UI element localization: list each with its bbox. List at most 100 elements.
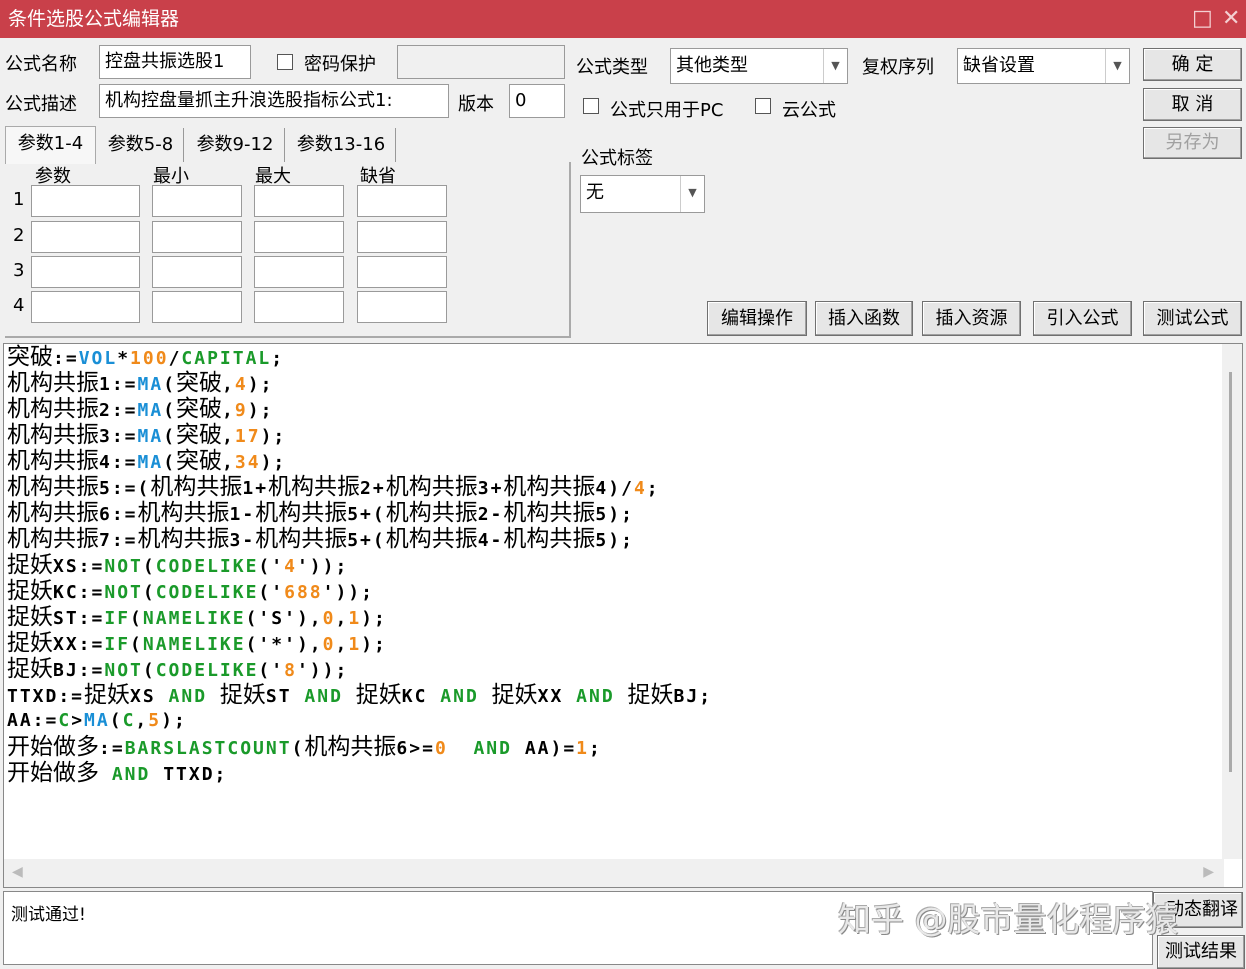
code-token: (: [130, 634, 143, 655]
output-message: 测试通过!: [11, 905, 86, 925]
code-token: AND: [440, 686, 479, 707]
ok-button[interactable]: 确 定: [1143, 48, 1242, 81]
title-bar: 条件选股公式编辑器: [0, 0, 1246, 38]
code-token: KC:=: [53, 582, 105, 603]
code-token: 捉妖: [7, 578, 53, 604]
code-token: CODELIKE: [155, 582, 259, 603]
param-cell-default[interactable]: [357, 256, 447, 288]
password-checkbox[interactable]: [277, 54, 293, 70]
import-formula-button[interactable]: 引入公式: [1033, 301, 1132, 336]
code-token: BARSLASTCOUNT: [124, 738, 292, 759]
insert-resource-button[interactable]: 插入资源: [922, 301, 1021, 336]
code-token: AND: [111, 764, 151, 785]
code-token: AA:=: [7, 710, 59, 731]
scroll-thumb[interactable]: [1229, 372, 1232, 772]
edit-ops-button[interactable]: 编辑操作: [707, 301, 807, 336]
code-line: 机构共振4:=MA(突破,34);: [7, 448, 712, 474]
code-line: 捉妖KC:=NOT(CODELIKE('688'));: [7, 578, 712, 604]
code-token: '));: [296, 556, 349, 577]
code-token: );: [260, 452, 287, 473]
param-cell-name[interactable]: [31, 221, 140, 253]
name-input[interactable]: 控盘共振选股1: [99, 45, 251, 79]
code-token: 捉妖: [491, 682, 538, 708]
param-cell-max[interactable]: [254, 256, 344, 288]
version-input[interactable]: 0: [509, 84, 565, 118]
vertical-scrollbar[interactable]: [1222, 344, 1242, 859]
cancel-button[interactable]: 取 消: [1143, 88, 1242, 121]
code-token: 机构共振: [7, 500, 99, 526]
code-line: 开始做多 AND TTXD;: [7, 760, 712, 786]
code-token: 机构共振: [385, 500, 478, 526]
save-as-button[interactable]: 另存为: [1143, 127, 1242, 159]
scroll-left-icon[interactable]: ◀: [12, 864, 23, 880]
type-value: 其他类型: [676, 55, 748, 76]
code-token: TTXD:=: [7, 686, 85, 707]
param-cell-min[interactable]: [152, 221, 242, 253]
code-token: (: [142, 660, 156, 681]
code-token: (: [142, 556, 156, 577]
pc-only-checkbox[interactable]: [583, 98, 599, 114]
tab-params-13-16[interactable]: 参数13-16: [287, 128, 396, 162]
code-token: :=: [99, 738, 125, 759]
type-label: 公式类型: [576, 57, 648, 78]
param-cell-default[interactable]: [357, 221, 447, 253]
code-line: 捉妖BJ:=NOT(CODELIKE('8'));: [7, 656, 712, 682]
code-token: 0: [322, 634, 336, 655]
code-token: 100: [130, 348, 169, 369]
code-token: 6:=: [99, 504, 138, 525]
code-token: 7:=: [99, 530, 138, 551]
tab-params-1-4[interactable]: 参数1-4: [5, 126, 96, 164]
tab-params-9-12[interactable]: 参数9-12: [186, 128, 285, 162]
chevron-down-icon: ▼: [680, 176, 704, 212]
code-token: 机构共振: [7, 370, 99, 396]
desc-label: 公式描述: [5, 94, 77, 115]
param-cell-name[interactable]: [31, 185, 140, 217]
param-cell-min[interactable]: [152, 256, 242, 288]
code-token: 机构共振: [150, 474, 243, 500]
insert-function-button[interactable]: 插入函数: [815, 301, 913, 336]
code-editor[interactable]: 突破:=VOL*100/CAPITAL; 机构共振1:=MA(突破,4); 机构共振…: [3, 343, 1243, 888]
param-cell-min[interactable]: [152, 185, 242, 217]
cloud-checkbox[interactable]: [755, 98, 771, 114]
param-cell-max[interactable]: [254, 291, 344, 323]
code-token: );: [361, 608, 387, 629]
code-token: 3+: [477, 478, 504, 499]
code-token: 4-: [477, 530, 504, 551]
test-formula-button[interactable]: 测试公式: [1143, 301, 1242, 336]
param-cell-min[interactable]: [152, 291, 242, 323]
param-cell-max[interactable]: [254, 185, 344, 217]
chevron-down-icon: ▼: [1105, 49, 1129, 83]
type-select[interactable]: 其他类型 ▼: [670, 48, 848, 84]
param-cell-default[interactable]: [357, 185, 447, 217]
code-token: C: [58, 710, 72, 731]
code-token: ,: [222, 374, 235, 395]
code-token: 捉妖: [7, 604, 53, 630]
code-token: /: [168, 348, 182, 369]
tag-select[interactable]: 无 ▼: [580, 175, 705, 213]
code-token: );: [161, 710, 187, 731]
param-cell-max[interactable]: [254, 221, 344, 253]
param-cell-name[interactable]: [31, 256, 140, 288]
horizontal-scrollbar[interactable]: ◀ ▶: [4, 859, 1224, 887]
scroll-right-icon[interactable]: ▶: [1203, 864, 1214, 880]
code-line: 捉妖XX:=IF(NAMELIKE('*'),0,1);: [7, 630, 712, 656]
param-cell-default[interactable]: [357, 291, 447, 323]
param-cell-name[interactable]: [31, 291, 140, 323]
desc-input[interactable]: 机构控盘量抓主升浪选股指标公式1:: [99, 84, 449, 118]
code-token: 捉妖: [627, 682, 674, 708]
code-token: CODELIKE: [155, 660, 259, 681]
code-token: AND: [576, 686, 615, 707]
code-token: XX: [537, 686, 577, 707]
restore-icon[interactable]: □: [1192, 0, 1213, 38]
code-token: 3-: [229, 530, 256, 551]
code-token: 开始做多: [7, 760, 99, 786]
password-input[interactable]: [397, 45, 565, 79]
code-token: '));: [296, 660, 349, 681]
param-row-number: 4: [13, 295, 25, 316]
rights-select[interactable]: 缺省设置 ▼: [957, 48, 1130, 84]
close-icon[interactable]: ✕: [1222, 0, 1240, 38]
code-token: (: [163, 374, 177, 395]
tab-params-5-8[interactable]: 参数5-8: [98, 128, 184, 162]
